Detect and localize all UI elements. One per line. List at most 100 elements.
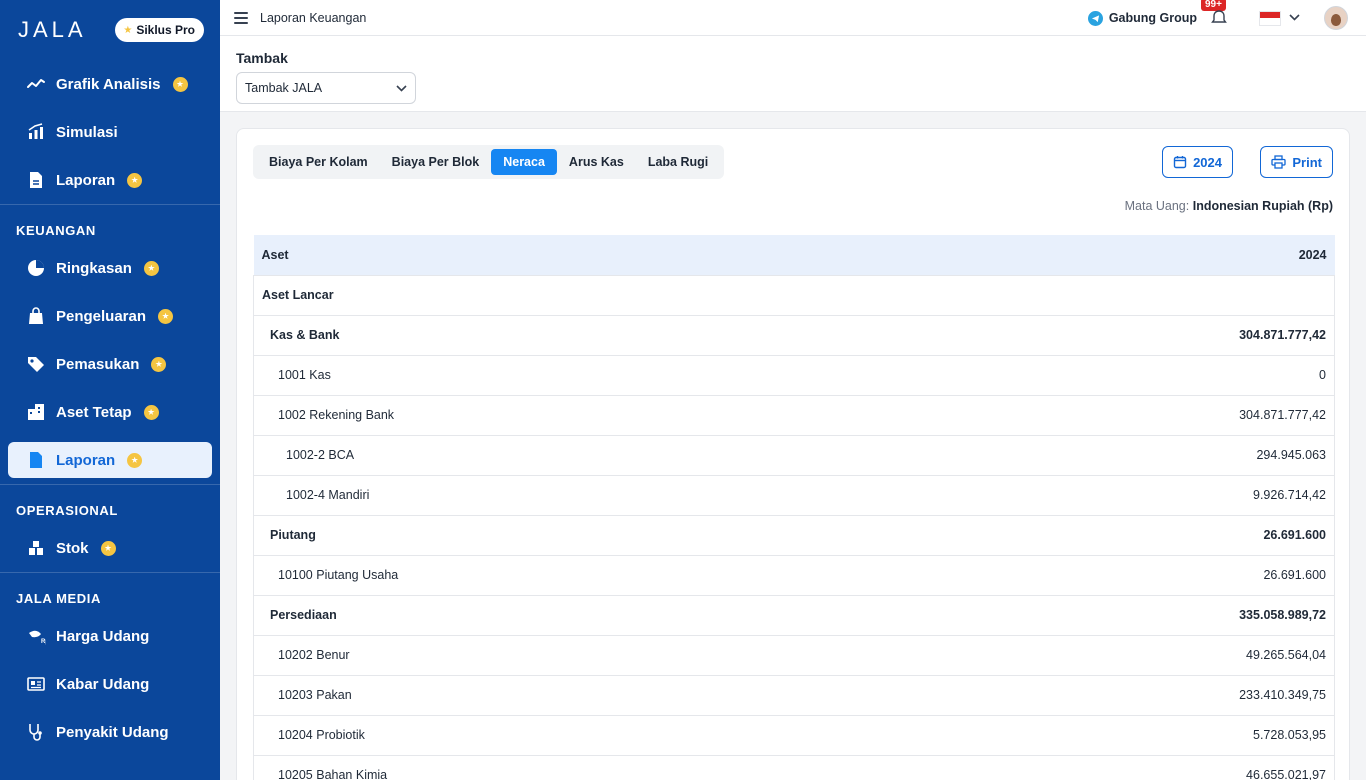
sidebar-item-simulasi[interactable]: Simulasi: [0, 108, 220, 156]
chevron-down-icon: [396, 84, 407, 92]
balance-sheet-table: Aset 2024 Aset Lancar Kas & Bank 304.871.7…: [253, 235, 1336, 780]
sidebar-item-laporan[interactable]: Rp Laporan: [8, 442, 212, 478]
tab-biaya-per-blok[interactable]: Biaya Per Blok: [380, 149, 492, 175]
report-icon: Rp: [26, 450, 46, 470]
sidebar-item-pengeluaran[interactable]: Pengeluaran: [0, 292, 220, 340]
table-row: 10203 Pakan 233.410.349,75: [253, 675, 1336, 716]
building-icon: [26, 402, 46, 422]
avatar[interactable]: [1324, 6, 1348, 30]
currency-value: Indonesian Rupiah (Rp): [1192, 199, 1333, 213]
calendar-icon: [1173, 156, 1187, 169]
table-row: 1002-2 BCA 294.945.063: [253, 435, 1336, 476]
tag-icon: [26, 354, 46, 374]
shrimp-price-icon: Rp: [26, 626, 46, 646]
pro-star-icon: [143, 260, 159, 276]
notification-button[interactable]: 99+: [1201, 0, 1229, 28]
table-row: 10204 Probiotik 5.728.053,95: [253, 715, 1336, 756]
print-label: Print: [1292, 154, 1322, 170]
sidebar-item-label: Pemasukan: [56, 355, 140, 373]
pie-icon: [26, 258, 46, 278]
language-flag-icon[interactable]: [1259, 10, 1281, 26]
sidebar-item-label: Kabar Udang: [56, 675, 150, 693]
account-name: 1002-2 BCA: [253, 435, 899, 476]
report-card: Biaya Per Kolam Biaya Per Blok Neraca Arus …: [236, 128, 1350, 780]
pro-star-icon: [127, 172, 143, 188]
print-button[interactable]: Print: [1260, 146, 1333, 178]
sidebar-item-label: Stok: [56, 539, 89, 557]
menu-icon[interactable]: [234, 11, 248, 24]
filter-bar: Tambak Tambak JALA: [220, 36, 1366, 112]
account-name: 1002-4 Mandiri: [253, 475, 899, 516]
currency-label: Mata Uang:: [1124, 199, 1190, 213]
jala-logo[interactable]: JALA: [18, 17, 87, 43]
sidebar-item-label: Pengeluaran: [56, 307, 147, 325]
topbar: Laporan Keuangan Gabung Group 99+: [220, 0, 1366, 36]
pro-star-icon: [151, 356, 167, 372]
sidebar-sections: KEUANGAN Ringkasan Pengeluaran Pemasukan Ase…: [0, 204, 220, 756]
year-button[interactable]: 2024: [1162, 146, 1233, 178]
account-value: 9.926.714,42: [898, 475, 1336, 516]
stethoscope-icon: [26, 722, 46, 742]
account-name: 1002 Rekening Bank: [253, 395, 899, 436]
sidebar-item-harga-udang[interactable]: Rp Harga Udang: [0, 612, 220, 660]
pro-star-icon: [158, 308, 174, 324]
tambak-select[interactable]: Tambak JALA: [236, 72, 416, 104]
sidebar-item-penyakit-udang[interactable]: Penyakit Udang: [0, 708, 220, 756]
sidebar-item-label: Simulasi: [56, 123, 118, 141]
table-header-row: Aset 2024: [253, 235, 1335, 276]
tab-laba-rugi[interactable]: Laba Rugi: [636, 149, 720, 175]
chart-icon: [26, 122, 46, 142]
account-value: 335.058.989,72: [898, 595, 1336, 636]
sidebar-item-kabar-udang[interactable]: Kabar Udang: [0, 660, 220, 708]
table-row: 1002 Rekening Bank 304.871.777,42: [253, 395, 1336, 436]
tab-biaya-per-kolam[interactable]: Biaya Per Kolam: [257, 149, 380, 175]
account-name: Piutang: [253, 515, 899, 556]
printer-icon: [1271, 155, 1287, 169]
sidebar-section-title: JALA MEDIA: [0, 572, 220, 612]
pro-star-icon: [143, 404, 159, 420]
sidebar-item-label: Ringkasan: [56, 259, 132, 277]
tambak-select-value: Tambak JALA: [245, 81, 323, 95]
tab-arus-kas[interactable]: Arus Kas: [557, 149, 636, 175]
sidebar-item-aset-tetap[interactable]: Aset Tetap: [0, 388, 220, 436]
chevron-down-icon[interactable]: [1289, 13, 1300, 24]
sidebar-item-grafik-analisis[interactable]: Grafik Analisis: [0, 60, 220, 108]
sidebar-item-pemasukan[interactable]: Pemasukan: [0, 340, 220, 388]
table-body: Aset Lancar Kas & Bank 304.871.777,42 1001 …: [253, 275, 1336, 780]
sidebar-section-title: KEUANGAN: [0, 204, 220, 244]
sidebar-item-label: Laporan: [56, 451, 116, 469]
brand: JALA ★ Siklus Pro: [0, 0, 220, 60]
account-name: Aset Lancar: [253, 275, 899, 316]
table-row: Kas & Bank 304.871.777,42: [253, 315, 1336, 356]
svg-text:Rp: Rp: [41, 639, 46, 645]
table-row: 1002-4 Mandiri 9.926.714,42: [253, 475, 1336, 516]
join-group-link[interactable]: Gabung Group: [1087, 10, 1197, 26]
sidebar: JALA ★ Siklus Pro Grafik Analisis Simulas…: [0, 0, 220, 780]
account-value: 233.410.349,75: [898, 675, 1336, 716]
sidebar-item-label: Aset Tetap: [56, 403, 132, 421]
table-row: Persediaan 335.058.989,72: [253, 595, 1336, 636]
account-name: Persediaan: [253, 595, 899, 636]
pro-star-icon: [100, 540, 116, 556]
document-icon: [26, 170, 46, 190]
join-group-label: Gabung Group: [1108, 11, 1197, 25]
bell-icon: [1211, 10, 1227, 23]
table-row: 10100 Piutang Usaha 26.691.600: [253, 555, 1336, 596]
year-label: 2024: [1193, 154, 1222, 170]
sidebar-item-ringkasan[interactable]: Ringkasan: [0, 244, 220, 292]
page-title: Laporan Keuangan: [260, 10, 367, 25]
account-name: 10100 Piutang Usaha: [253, 555, 899, 596]
account-value: 294.945.063: [898, 435, 1336, 476]
account-name: 10203 Pakan: [253, 675, 899, 716]
account-name: 10204 Probiotik: [253, 715, 899, 756]
table-row: Piutang 26.691.600: [253, 515, 1336, 556]
tab-neraca[interactable]: Neraca: [491, 149, 557, 175]
plan-badge[interactable]: ★ Siklus Pro: [115, 18, 204, 42]
sidebar-item-laporan[interactable]: Laporan: [0, 156, 220, 204]
trend-icon: [26, 74, 46, 94]
boxes-icon: [26, 538, 46, 558]
plan-badge-label: Siklus Pro: [136, 23, 195, 37]
topbar-right: Gabung Group 99+: [1087, 0, 1348, 36]
sidebar-item-stok[interactable]: Stok: [0, 524, 220, 572]
news-icon: [26, 674, 46, 694]
